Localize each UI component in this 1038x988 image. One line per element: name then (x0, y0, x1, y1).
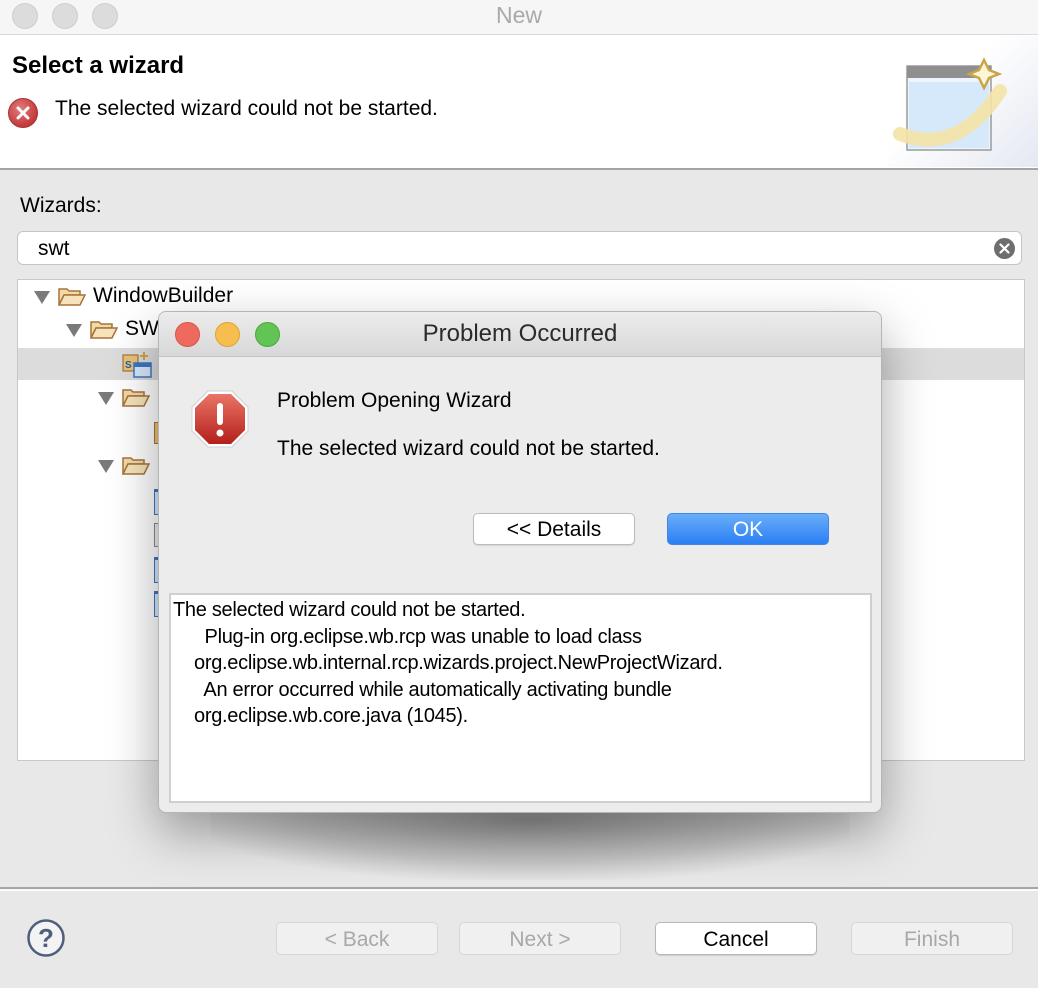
expand-triangle-icon[interactable] (66, 324, 82, 337)
tree-item-label: SW (125, 317, 159, 340)
error-message: The selected wizard could not be started… (55, 97, 438, 120)
details-button[interactable]: << Details (473, 513, 635, 545)
footer-divider-highlight (0, 889, 1038, 891)
dialog-title: Problem Occurred (422, 320, 618, 347)
details-text: The selected wizard could not be started… (173, 599, 723, 727)
swt-project-wizard-icon: S (122, 352, 152, 378)
clear-search-icon[interactable] (994, 238, 1015, 259)
error-stop-sign-icon (191, 390, 249, 448)
next-button[interactable]: Next > (459, 922, 621, 955)
dialog-titlebar: Problem Occurred (159, 312, 881, 357)
open-folder-icon (58, 288, 86, 306)
wizard-filter-input[interactable] (36, 235, 990, 263)
expand-triangle-icon[interactable] (98, 460, 114, 473)
expand-triangle-icon[interactable] (34, 291, 50, 304)
problem-dialog: Problem Occurred Problem Opening Wizard … (158, 311, 882, 813)
new-wizard-banner-icon (888, 36, 1038, 167)
back-button[interactable]: < Back (276, 922, 438, 955)
cancel-button[interactable]: Cancel (655, 922, 817, 955)
tree-item-label: WindowBuilder (93, 284, 234, 307)
expand-triangle-icon[interactable] (98, 392, 114, 405)
wizards-label: Wizards: (20, 194, 102, 217)
window-titlebar: New (0, 0, 1038, 35)
finish-button[interactable]: Finish (851, 922, 1013, 955)
open-folder-icon (122, 389, 150, 407)
tree-item-windowbuilder[interactable]: WindowBuilder (18, 281, 1024, 313)
ok-button[interactable]: OK (667, 513, 829, 545)
open-folder-icon (122, 457, 150, 475)
open-folder-icon (90, 321, 118, 339)
dialog-heading: Problem Opening Wizard (277, 389, 512, 412)
window-title: New (495, 2, 542, 28)
help-question-icon[interactable]: ? (27, 919, 65, 957)
page-title: Select a wizard (12, 52, 185, 79)
wizard-filter-field (17, 231, 1022, 265)
svg-text:?: ? (38, 923, 54, 953)
details-text-area[interactable]: The selected wizard could not be started… (169, 593, 872, 803)
dialog-message: The selected wizard could not be started… (277, 437, 660, 460)
error-circle-x-icon (8, 98, 38, 128)
svg-text:S: S (125, 360, 132, 371)
